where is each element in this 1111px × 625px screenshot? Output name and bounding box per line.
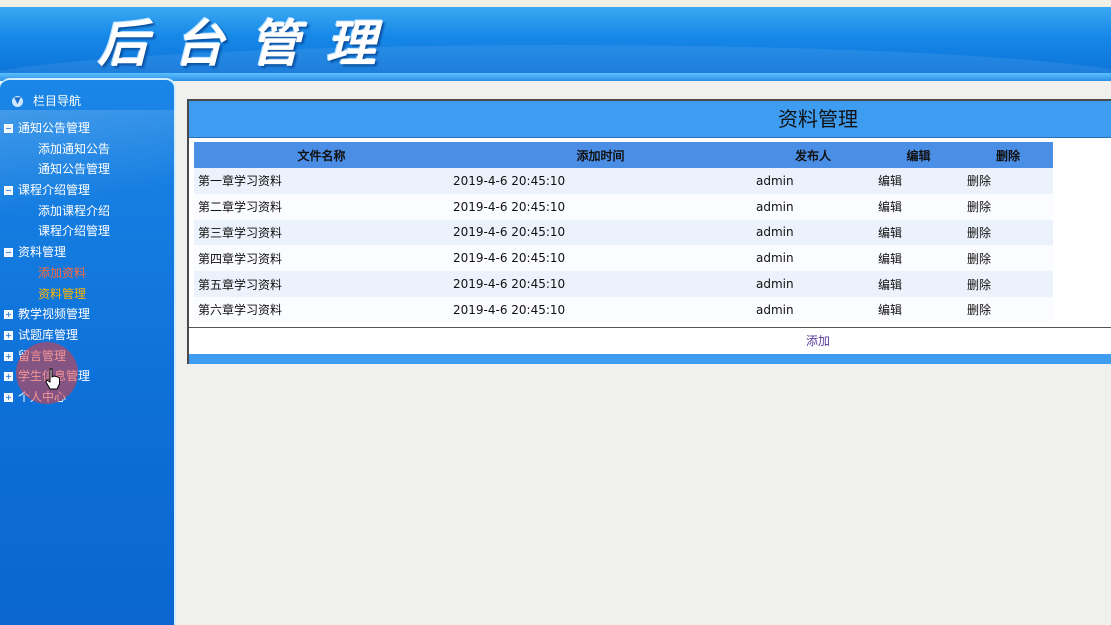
edit-link[interactable]: 编辑 bbox=[874, 193, 963, 220]
add-time-cell: 2019-4-6 20:45:10 bbox=[449, 168, 752, 194]
sidebar-group-label: 资料管理 bbox=[18, 245, 67, 260]
sidebar-heading: ▼ 栏目导航 bbox=[12, 92, 81, 110]
sidebar-group[interactable]: + 教学视频管理 bbox=[0, 304, 176, 325]
delete-link[interactable]: 删除 bbox=[963, 193, 1053, 220]
add-time-cell: 2019-4-6 20:45:10 bbox=[449, 193, 752, 220]
file-name-cell: 第一章学习资料 bbox=[194, 168, 449, 194]
sidebar-item[interactable]: 添加通知公告 bbox=[0, 139, 176, 160]
page-title: 后台管理 bbox=[98, 14, 402, 73]
content-panel: 资料管理 文件名称 添加时间 发布人 编辑 删除 第一章学习资料 2019-4-6… bbox=[187, 99, 1111, 364]
file-name-cell: 第二章学习资料 bbox=[194, 193, 449, 220]
add-time-cell: 2019-4-6 20:45:10 bbox=[449, 245, 752, 272]
sidebar-group-label: 个人中心 bbox=[18, 389, 67, 404]
table-body: 第一章学习资料 2019-4-6 20:45:10 admin 编辑 删除 第二章学习资料… bbox=[194, 168, 1053, 323]
add-row: 添加 bbox=[189, 331, 1111, 351]
expand-icon[interactable]: + bbox=[4, 351, 13, 361]
expand-icon[interactable]: + bbox=[4, 310, 13, 320]
file-name-cell: 第三章学习资料 bbox=[194, 219, 449, 246]
sidebar-item[interactable]: 通知公告管理 bbox=[0, 159, 176, 180]
column-header: 发布人 bbox=[752, 142, 874, 168]
sidebar-group-label: 课程介绍管理 bbox=[18, 183, 91, 198]
table-row: 第一章学习资料 2019-4-6 20:45:10 admin 编辑 删除 bbox=[194, 168, 1053, 194]
edit-link[interactable]: 编辑 bbox=[874, 245, 963, 272]
sidebar-group-label: 留言管理 bbox=[18, 348, 67, 363]
table-row: 第四章学习资料 2019-4-6 20:45:10 admin 编辑 删除 bbox=[194, 245, 1053, 272]
sidebar-group-label: 试题库管理 bbox=[18, 327, 79, 342]
file-name-cell: 第六章学习资料 bbox=[194, 296, 449, 323]
edit-link[interactable]: 编辑 bbox=[874, 271, 963, 297]
delete-link[interactable]: 删除 bbox=[963, 219, 1053, 246]
column-header: 删除 bbox=[963, 142, 1053, 168]
panel-title: 资料管理 bbox=[778, 107, 858, 131]
sidebar-group[interactable]: + 试题库管理 bbox=[0, 325, 176, 346]
sidebar-group[interactable]: − 通知公告管理 bbox=[0, 118, 176, 139]
arrow-down-circle-icon: ▼ bbox=[12, 96, 23, 107]
sidebar-item[interactable]: 添加资料 bbox=[0, 263, 176, 284]
table-row: 第六章学习资料 2019-4-6 20:45:10 admin 编辑 删除 bbox=[194, 296, 1053, 323]
add-link[interactable]: 添加 bbox=[806, 334, 830, 348]
header-banner: 后台管理 bbox=[0, 7, 1111, 81]
file-name-cell: 第五章学习资料 bbox=[194, 271, 449, 297]
table-row: 第五章学习资料 2019-4-6 20:45:10 admin 编辑 删除 bbox=[194, 271, 1053, 297]
file-name-cell: 第四章学习资料 bbox=[194, 245, 449, 272]
publisher-cell: admin bbox=[752, 245, 874, 272]
sidebar-group-label: 教学视频管理 bbox=[18, 307, 91, 322]
edit-link[interactable]: 编辑 bbox=[874, 168, 963, 194]
sidebar-group-label: 通知公告管理 bbox=[18, 121, 91, 135]
table-row: 第二章学习资料 2019-4-6 20:45:10 admin 编辑 删除 bbox=[194, 193, 1053, 220]
add-time-cell: 2019-4-6 20:45:10 bbox=[449, 219, 752, 246]
nav-tree: − 通知公告管理 添加通知公告 通知公告管理 − 课程介绍管理 添加课程介绍 课程介绍管理 − 资… bbox=[0, 118, 176, 408]
divider bbox=[189, 327, 1111, 328]
column-header: 编辑 bbox=[874, 142, 963, 168]
publisher-cell: admin bbox=[752, 296, 874, 323]
publisher-cell: admin bbox=[752, 168, 874, 194]
sidebar-group[interactable]: − 课程介绍管理 bbox=[0, 180, 176, 201]
hand-pointer-icon bbox=[45, 368, 60, 390]
edit-link[interactable]: 编辑 bbox=[874, 219, 963, 246]
delete-link[interactable]: 删除 bbox=[963, 245, 1053, 272]
delete-link[interactable]: 删除 bbox=[963, 296, 1053, 323]
panel-bottom-bar bbox=[189, 354, 1111, 364]
add-time-cell: 2019-4-6 20:45:10 bbox=[449, 296, 752, 323]
sidebar-group[interactable]: + 留言管理 bbox=[0, 346, 176, 367]
delete-link[interactable]: 删除 bbox=[963, 271, 1053, 297]
sidebar-item[interactable]: 添加课程介绍 bbox=[0, 201, 176, 222]
expand-icon[interactable]: + bbox=[4, 392, 13, 402]
sidebar-group[interactable]: +学生信息管理 bbox=[0, 366, 176, 387]
sidebar-group[interactable]: − 资料管理 bbox=[0, 242, 176, 263]
table-row: 第三章学习资料 2019-4-6 20:45:10 admin 编辑 删除 bbox=[194, 219, 1053, 246]
panel-title-bar: 资料管理 bbox=[189, 101, 1111, 138]
table-header-row: 文件名称 添加时间 发布人 编辑 删除 bbox=[194, 142, 1053, 168]
add-time-cell: 2019-4-6 20:45:10 bbox=[449, 271, 752, 297]
expand-icon[interactable]: + bbox=[4, 372, 13, 382]
collapse-icon[interactable]: − bbox=[4, 186, 13, 196]
delete-link[interactable]: 删除 bbox=[963, 168, 1053, 194]
sidebar-item[interactable]: 资料管理 bbox=[0, 284, 176, 305]
edit-link[interactable]: 编辑 bbox=[874, 296, 963, 323]
column-header: 添加时间 bbox=[449, 142, 752, 168]
collapse-icon[interactable]: − bbox=[4, 248, 13, 258]
sidebar: ▼ 栏目导航 − 通知公告管理 添加通知公告 通知公告管理 − 课程介绍管理 添加课程介绍 课程… bbox=[0, 78, 176, 625]
publisher-cell: admin bbox=[752, 219, 874, 246]
publisher-cell: admin bbox=[752, 193, 874, 220]
sidebar-heading-label: 栏目导航 bbox=[33, 94, 82, 108]
column-header: 文件名称 bbox=[194, 142, 449, 168]
sidebar-group[interactable]: + 个人中心 bbox=[0, 387, 176, 408]
collapse-icon[interactable]: − bbox=[4, 124, 13, 133]
expand-icon[interactable]: + bbox=[4, 330, 13, 340]
publisher-cell: admin bbox=[752, 271, 874, 297]
sidebar-item[interactable]: 课程介绍管理 bbox=[0, 221, 176, 242]
data-table: 文件名称 添加时间 发布人 编辑 删除 第一章学习资料 2019-4-6 20:4… bbox=[194, 142, 1053, 323]
